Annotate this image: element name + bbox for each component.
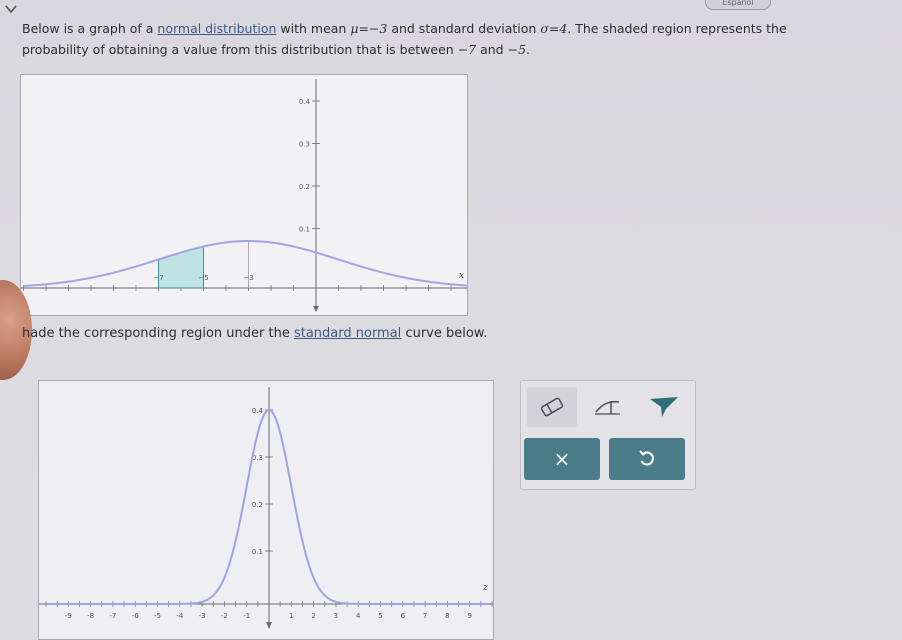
x-tick-label: 3 — [334, 612, 338, 620]
y-axis-arrow — [266, 622, 272, 629]
undo-button[interactable] — [609, 438, 685, 480]
boundary-line-tool[interactable] — [583, 387, 633, 427]
x-tick-label: −3 — [243, 274, 253, 282]
x-tick-label: -1 — [243, 612, 250, 620]
x-tick-label: 8 — [445, 612, 449, 620]
x-axis-label: x — [459, 271, 464, 281]
x-tick-label: 1 — [289, 612, 293, 620]
normal-distribution-link[interactable]: normal distribution — [157, 21, 276, 36]
problem-statement: Below is a graph of a normal distributio… — [22, 21, 787, 57]
shade-fill-icon — [650, 397, 678, 417]
instruction-text: hade the corresponding region under the … — [22, 326, 488, 341]
x-tick-label: -2 — [221, 612, 228, 620]
x-tick-label: −7 — [153, 274, 163, 282]
x-tick-label: 6 — [401, 612, 406, 620]
x-tick-label: -4 — [176, 612, 184, 620]
y-tick-label: 0.3 — [299, 141, 310, 149]
language-button[interactable]: Español — [705, 0, 771, 10]
standard-normal-link[interactable]: standard normal — [294, 326, 401, 341]
shade-fill-tool[interactable] — [639, 387, 689, 427]
chevron-down-icon[interactable] — [4, 2, 18, 16]
x-tick-label: 2 — [311, 612, 315, 620]
eraser-tool[interactable] — [527, 387, 577, 427]
undo-icon — [639, 450, 654, 466]
x-tick-label: -3 — [199, 612, 206, 620]
sigma-symbol: σ — [540, 21, 549, 36]
x-tick-label: -7 — [109, 612, 116, 620]
x-tick-label: -6 — [132, 612, 140, 620]
clear-button[interactable]: × — [524, 438, 600, 480]
y-tick-label: 0.4 — [299, 98, 311, 106]
y-tick-label: 0.2 — [252, 501, 263, 509]
x-tick-label: −5 — [198, 274, 208, 282]
x-tick-label: 5 — [378, 612, 382, 620]
z-axis-label: z — [482, 583, 488, 593]
y-axis-arrow — [313, 306, 319, 312]
given-distribution-graph: 0.4 0.3 0.2 0.1 −7 −5 −3 x — [20, 74, 468, 316]
standard-normal-graph[interactable]: 0.40.30.20.1-9 -8 -7 -6 -5 -4 -3 -2 -1 1 2 3 4 5 6 7 8 9z — [38, 380, 494, 640]
drawing-toolbar: × — [520, 380, 696, 490]
x-tick-label: 4 — [356, 612, 361, 620]
y-tick-label: 0.2 — [299, 183, 310, 191]
y-tick-label: 0.1 — [252, 548, 263, 556]
y-tick-label: 0.4 — [252, 407, 264, 415]
x-tick-label: -9 — [65, 612, 72, 620]
x-tick-label: -5 — [154, 612, 161, 620]
eraser-icon — [540, 397, 564, 417]
y-tick-label: 0.1 — [299, 226, 310, 234]
x-tick-label: 7 — [423, 612, 427, 620]
x-tick-label: 9 — [467, 612, 471, 620]
boundary-line-icon — [595, 400, 620, 415]
standard-normal-curve — [46, 408, 491, 605]
x-tick-label: -8 — [87, 612, 94, 620]
